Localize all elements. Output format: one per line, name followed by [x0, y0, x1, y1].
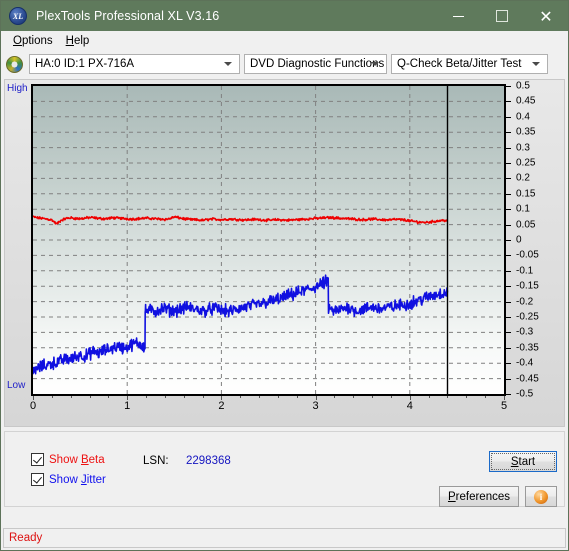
plextools-window: XL PlexTools Professional XL V3.16 ✕ Opt… [0, 0, 569, 551]
info-icon: i [534, 489, 548, 504]
cd-disc-icon [6, 55, 23, 73]
window-title: PlexTools Professional XL V3.16 [36, 9, 220, 23]
toolbar: HA:0 ID:1 PX-716A DVD Diagnostic Functio… [1, 51, 568, 77]
lsn-label: LSN: [143, 455, 169, 467]
y-tick-label: -0.15 [516, 280, 539, 292]
y-tick-label: -0.1 [516, 265, 534, 277]
menu-options-rest: ptions [21, 34, 53, 47]
y-tick-label: -0.2 [516, 296, 534, 308]
show-beta-accel: B [80, 453, 89, 466]
chevron-down-icon [224, 62, 232, 66]
y-axis-labels: 0.5 0.45 0.4 0.35 0.3 0.25 0.2 0.15 0.1 0.05 0 -0.0… [511, 80, 551, 400]
x-tick-label: 2 [218, 400, 225, 412]
start-button[interactable]: Start [489, 451, 557, 472]
y-tick-label: 0.5 [516, 80, 530, 92]
x-axis-labels: 0 1 2 3 4 5 [5, 400, 568, 420]
show-beta-label-pre: Show [49, 453, 81, 466]
menu-item-options[interactable]: Options [7, 34, 60, 48]
plot-area [31, 84, 506, 396]
y-tick-label: -0.05 [516, 249, 539, 261]
close-icon[interactable]: ✕ [524, 1, 568, 31]
y-tick-label: 0.3 [516, 142, 530, 154]
y-tick-label: 0.4 [516, 111, 530, 123]
menu-help-rest: elp [73, 34, 90, 47]
y-tick-label: 0 [516, 234, 522, 246]
drive-select[interactable]: HA:0 ID:1 PX-716A [29, 54, 240, 74]
y-tick-label: 0.45 [516, 95, 536, 107]
menu-item-help[interactable]: Help [60, 34, 97, 48]
y-tick-label: -0.45 [516, 373, 539, 385]
function-select-value: DVD Diagnostic Functions [250, 58, 385, 70]
x-tick-label: 3 [312, 400, 319, 412]
show-beta-label-post: eta [88, 453, 105, 466]
x-tick-label: 1 [124, 400, 131, 412]
start-label-post: tart [518, 455, 536, 468]
test-select[interactable]: Q-Check Beta/Jitter Test [391, 54, 548, 74]
status-text: Ready [9, 532, 43, 544]
axis-label-low: Low [7, 380, 26, 391]
show-jitter-label-pre: Show [49, 473, 81, 486]
info-button[interactable]: i [525, 486, 557, 507]
window-controls: ✕ [436, 1, 568, 31]
y-tick-label: 0.2 [516, 172, 530, 184]
function-select[interactable]: DVD Diagnostic Functions [244, 54, 387, 74]
y-tick-label: 0.05 [516, 219, 536, 231]
title-bar: XL PlexTools Professional XL V3.16 ✕ [1, 1, 568, 31]
x-tick-label: 0 [29, 400, 37, 412]
test-select-value: Q-Check Beta/Jitter Test [397, 58, 522, 70]
y-tick-label: -0.25 [516, 311, 539, 323]
status-bar: Ready [3, 528, 566, 548]
show-jitter-label: Show Jitter [49, 474, 106, 486]
show-beta-label: Show Beta [49, 454, 105, 466]
chevron-down-icon [371, 62, 379, 66]
y-tick-label: -0.35 [516, 342, 539, 354]
maximize-icon[interactable] [480, 1, 524, 31]
x-tick-label: 4 [406, 400, 413, 412]
chevron-down-icon [532, 62, 540, 66]
y-tick-label: -0.4 [516, 357, 534, 369]
axis-label-high: High [7, 83, 28, 94]
preferences-label-post: references [455, 490, 510, 503]
chart-panel: High Low 0.5 0.45 0.4 0.35 0.3 0.25 0.2 0.15 0.1… [4, 79, 565, 427]
y-tick-label: 0.25 [516, 157, 536, 169]
start-accel: S [510, 455, 519, 468]
y-tick-label: 0.1 [516, 203, 530, 215]
drive-select-value: HA:0 ID:1 PX-716A [35, 58, 135, 70]
y-tick-label: 0.35 [516, 126, 536, 138]
show-beta-checkbox[interactable] [31, 453, 44, 466]
preferences-accel: P [447, 490, 456, 503]
show-jitter-label-post: itter [86, 473, 106, 486]
menu-bar: Options Help [1, 31, 568, 51]
preferences-button[interactable]: Preferences [439, 486, 519, 507]
show-jitter-row[interactable]: Show Jitter [31, 473, 106, 486]
controls-panel: Show Beta Show Jitter LSN: 2298368 Start… [4, 431, 565, 507]
lsn-value: 2298368 [186, 455, 231, 467]
beta-jitter-plot [33, 86, 504, 394]
minimize-icon[interactable] [436, 1, 480, 31]
y-tick-label: 0.15 [516, 188, 536, 200]
x-tick-label: 5 [500, 400, 508, 412]
xl-disc-icon: XL [9, 7, 27, 25]
y-tick-label: -0.3 [516, 326, 534, 338]
show-jitter-checkbox[interactable] [31, 473, 44, 486]
show-beta-row[interactable]: Show Beta [31, 453, 105, 466]
